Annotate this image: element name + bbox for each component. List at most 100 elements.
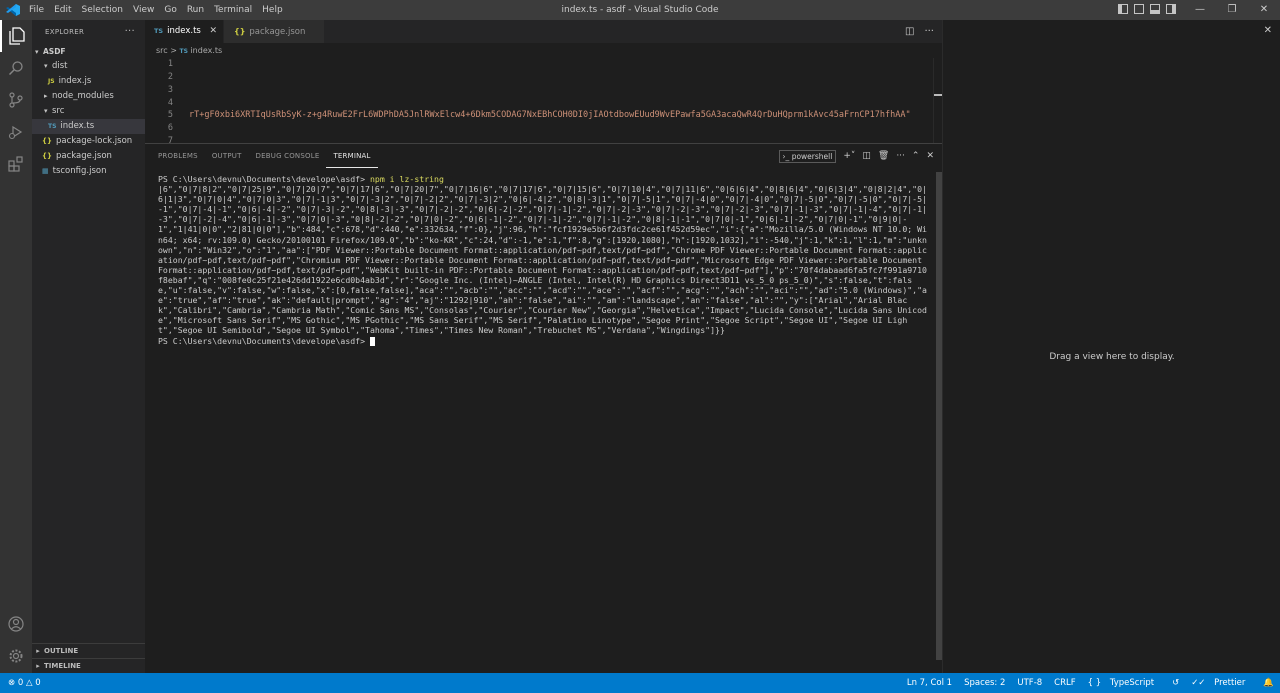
terminal-cursor	[369, 336, 375, 346]
js-file-icon: JS	[48, 78, 55, 85]
close-icon[interactable]: ✕	[209, 20, 217, 43]
status-bar: ⊗ 0 △ 0 Ln 7, Col 1 Spaces: 2 UTF-8 CRLF…	[0, 673, 1280, 693]
close-icon[interactable]: ✕	[1264, 25, 1272, 36]
menu-selection[interactable]: Selection	[77, 0, 128, 20]
close-panel-icon[interactable]: ✕	[926, 151, 934, 161]
indentation[interactable]: Spaces: 2	[958, 673, 1011, 693]
split-terminal-icon[interactable]: ◫	[862, 151, 871, 161]
terminal-command: npm i lz-string	[369, 174, 444, 184]
tree-item-label: tsconfig.json	[52, 166, 107, 176]
menu-edit[interactable]: Edit	[49, 0, 76, 20]
warning-count: 0	[35, 678, 41, 688]
tree-item-package-lock-json[interactable]: {} package-lock.json	[32, 134, 145, 149]
cursor-position[interactable]: Ln 7, Col 1	[901, 673, 958, 693]
more-actions-icon[interactable]: ···	[924, 26, 934, 37]
chevron-down-icon: ▾	[44, 62, 48, 70]
tab-debug-console[interactable]: DEBUG CONSOLE	[249, 144, 327, 168]
source-control-icon[interactable]	[0, 84, 32, 116]
menu-view[interactable]: View	[128, 0, 159, 20]
code-line-string: rT+gF0xbi6XRTIqUsRbSyK-z+g4RuwE2FrL6WDPh…	[189, 110, 911, 120]
prettier-status[interactable]: ✓✓ Prettier	[1185, 673, 1257, 693]
breadcrumb-file[interactable]: index.ts	[190, 46, 222, 55]
tree-item-package-json[interactable]: {} package.json	[32, 149, 145, 164]
terminal-final-prompt: PS C:\Users\devnu\Documents\develope\asd…	[158, 335, 370, 346]
language-status-icon[interactable]: ↺	[1166, 673, 1185, 693]
tree-item-label: node_modules	[52, 91, 114, 101]
split-editor-icon[interactable]: ◫	[905, 26, 914, 37]
json-file-icon: {}	[42, 152, 52, 160]
menu-bar: File Edit Selection View Go Run Terminal…	[24, 0, 288, 20]
timeline-section[interactable]: ▸ TIMELINE	[32, 658, 145, 674]
tree-item-src[interactable]: ▾ src	[32, 104, 145, 119]
bottom-panel: PROBLEMS OUTPUT DEBUG CONSOLE TERMINAL ›…	[145, 143, 942, 673]
notifications-bell-icon[interactable]: 🔔	[1257, 673, 1280, 693]
breadcrumb-separator: >	[170, 46, 177, 55]
more-actions-icon[interactable]: ···	[896, 151, 905, 161]
error-count: 0	[17, 678, 24, 688]
toggle-sidebar-icon[interactable]	[1118, 4, 1128, 14]
tree-item-index-ts[interactable]: TS index.ts	[32, 119, 145, 134]
kill-terminal-icon[interactable]: 🗑	[878, 151, 889, 161]
chevron-right-icon: ▸	[44, 92, 48, 100]
tree-item-label: dist	[52, 61, 68, 71]
json-file-icon: {}	[234, 27, 246, 36]
tab-output[interactable]: OUTPUT	[205, 144, 249, 168]
explorer-header: EXPLORER ···	[32, 20, 145, 44]
end-of-line[interactable]: CRLF	[1048, 673, 1081, 693]
maximize-panel-icon[interactable]: ⌃	[912, 151, 920, 161]
restore-icon[interactable]: ❐	[1216, 0, 1248, 20]
code-editor[interactable]: 1 2 3 4 5 6 7 rT+gF0xbi6XRTIqUsRbSyK-z+g…	[145, 58, 942, 143]
editor-tab-bar: TS index.ts ✕ {} package.json ◫ ···	[145, 20, 942, 43]
terminal-output[interactable]: PS C:\Users\devnu\Documents\develope\asd…	[158, 174, 931, 346]
tab-problems[interactable]: PROBLEMS	[151, 144, 205, 168]
terminal-shell-selector[interactable]: ›_ powershell	[778, 149, 837, 163]
accounts-icon[interactable]	[0, 608, 32, 640]
empty-editor-group: ✕ Drag a view here to display.	[942, 20, 1280, 673]
minimap[interactable]	[933, 58, 942, 143]
breadcrumb: src > TS index.ts	[145, 43, 942, 58]
panel-tabs: PROBLEMS OUTPUT DEBUG CONSOLE TERMINAL	[151, 144, 378, 168]
window-close-icon[interactable]: ✕	[1248, 0, 1280, 20]
outline-label: OUTLINE	[44, 647, 79, 655]
tab-label: index.ts	[167, 26, 201, 36]
customize-layout-icon[interactable]	[1166, 4, 1176, 14]
tree-item-dist[interactable]: ▾ dist	[32, 59, 145, 74]
tree-item-tsconfig-json[interactable]: ▦ tsconfig.json	[32, 164, 145, 179]
encoding[interactable]: UTF-8	[1011, 673, 1048, 693]
tree-item-index-js[interactable]: JS index.js	[32, 74, 145, 89]
chevron-right-icon: ▸	[36, 662, 40, 670]
breadcrumb-folder[interactable]: src	[156, 46, 168, 55]
run-debug-icon[interactable]	[0, 116, 32, 148]
terminal-prompt: PS C:\Users\devnu\Documents\develope\asd…	[158, 174, 370, 184]
shell-label: powershell	[791, 151, 833, 161]
tree-item-label: index.ts	[60, 121, 95, 131]
toggle-editor-layout-icon[interactable]	[1134, 4, 1144, 14]
explorer-icon[interactable]	[0, 20, 32, 52]
tab-terminal[interactable]: TERMINAL	[326, 144, 378, 168]
tsconfig-file-icon: ▦	[42, 167, 49, 175]
problems-status[interactable]: ⊗ 0 △ 0	[8, 673, 41, 693]
menu-file[interactable]: File	[24, 0, 49, 20]
tab-package-json[interactable]: {} package.json	[224, 20, 324, 43]
tab-index-ts[interactable]: TS index.ts ✕	[145, 20, 223, 43]
toggle-panel-icon[interactable]	[1150, 4, 1160, 14]
minimize-icon[interactable]: —	[1184, 0, 1216, 20]
menu-run[interactable]: Run	[182, 0, 209, 20]
chevron-down-icon: ▾	[35, 48, 39, 56]
language-mode[interactable]: { } TypeScript	[1082, 673, 1166, 693]
extensions-icon[interactable]	[0, 148, 32, 180]
more-actions-icon[interactable]: ···	[125, 20, 135, 44]
new-terminal-icon[interactable]: +˅	[843, 151, 855, 161]
menu-go[interactable]: Go	[159, 0, 181, 20]
tree-item-node-modules[interactable]: ▸ node_modules	[32, 89, 145, 104]
menu-help[interactable]: Help	[257, 0, 288, 20]
line-number: 6	[167, 123, 173, 133]
json-file-icon: {}	[42, 137, 52, 145]
workspace-root[interactable]: ▾ ASDF	[32, 44, 145, 59]
manage-gear-icon[interactable]	[0, 640, 32, 672]
language-label: TypeScript	[1109, 678, 1155, 688]
search-icon[interactable]	[0, 52, 32, 84]
outline-section[interactable]: ▸ OUTLINE	[32, 643, 145, 659]
vscode-logo-icon	[6, 4, 20, 16]
menu-terminal[interactable]: Terminal	[209, 0, 257, 20]
